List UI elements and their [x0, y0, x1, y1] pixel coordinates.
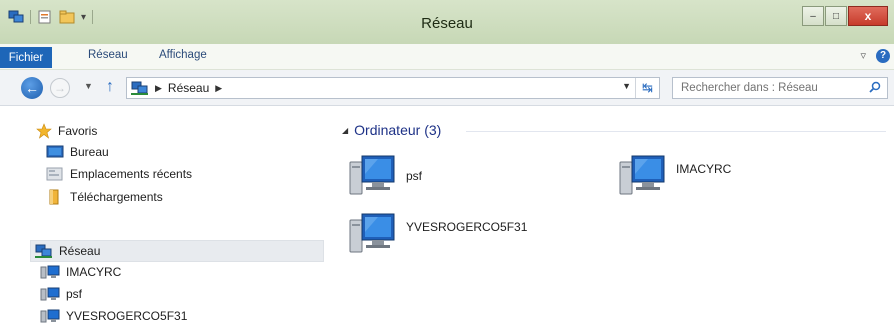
group-header-label: Ordinateur (3) — [354, 122, 442, 138]
breadcrumb-reseau[interactable]: Réseau — [168, 81, 209, 95]
navigation-pane: Favoris Bureau Emplacements récents Télé… — [0, 106, 328, 327]
computer-name: IMACYRC — [676, 162, 732, 176]
up-button[interactable]: ↑ — [106, 78, 114, 96]
network-icon — [35, 244, 52, 258]
sidebar-item-telechargements[interactable]: Téléchargements — [46, 189, 163, 205]
forward-button[interactable]: → — [50, 78, 70, 98]
sidebar-item-label: Téléchargements — [70, 190, 163, 204]
search-box[interactable]: Rechercher dans : Réseau — [672, 77, 888, 99]
computer-item-yvesrogerco5f31[interactable]: YVESROGERCO5F31 — [348, 212, 527, 256]
title-bar: ▾ Réseau – □ x — [0, 0, 894, 44]
ribbon: Fichier Réseau Affichage ▿ ? — [0, 44, 894, 70]
computer-item-psf[interactable]: psf — [348, 154, 422, 198]
arrow-right-icon: → — [54, 81, 66, 95]
sidebar-item-label: Emplacements récents — [70, 167, 193, 181]
window-title: Réseau — [421, 15, 473, 32]
computer-monitor-icon — [349, 213, 395, 253]
search-placeholder: Rechercher dans : Réseau — [681, 82, 818, 94]
sidebar-item-imacyrc[interactable]: IMACYRC — [40, 265, 121, 279]
network-icon — [131, 81, 148, 95]
search-icon[interactable] — [869, 81, 881, 93]
maximize-button[interactable]: □ — [825, 6, 847, 26]
refresh-button[interactable]: ↹ — [635, 78, 659, 98]
sidebar-item-label: Favoris — [58, 124, 98, 138]
sidebar-item-label: Réseau — [59, 244, 101, 258]
sidebar-item-psf[interactable]: psf — [40, 287, 82, 301]
computer-monitor-icon — [349, 155, 395, 195]
computer-icon — [40, 309, 60, 323]
window-controls: – □ x — [802, 6, 888, 26]
breadcrumb-separator-icon[interactable]: ▶ — [155, 83, 162, 94]
collapse-triangle-icon[interactable]: ◢ — [342, 126, 348, 135]
back-button[interactable]: ← — [21, 77, 43, 99]
group-header-ordinateur[interactable]: ◢ Ordinateur (3) — [342, 122, 441, 138]
desktop-icon — [46, 145, 64, 158]
tab-fichier[interactable]: Fichier — [0, 47, 52, 68]
computer-name: YVESROGERCO5F31 — [406, 220, 528, 234]
breadcrumb-separator-icon[interactable]: ▶ — [215, 83, 222, 94]
recent-locations-button[interactable]: ▼ — [84, 81, 93, 91]
navigation-bar: ← → ▼ ↑ ▶ Réseau ▶ ▼ ↹ Rechercher dans :… — [0, 70, 894, 106]
close-button[interactable]: x — [848, 6, 888, 26]
star-icon — [36, 123, 52, 139]
sidebar-item-bureau[interactable]: Bureau — [46, 145, 109, 159]
sidebar-item-reseau[interactable]: Réseau — [30, 240, 324, 262]
sidebar-item-label: YVESROGERCO5F31 — [66, 309, 188, 323]
recent-places-icon — [46, 167, 63, 181]
sidebar-item-favoris[interactable]: Favoris — [36, 123, 97, 139]
address-bar[interactable]: ▶ Réseau ▶ ▼ ↹ — [126, 77, 660, 99]
ribbon-controls: ▿ ? — [860, 49, 890, 63]
group-divider — [466, 131, 886, 132]
computer-monitor-icon — [619, 155, 665, 195]
sidebar-item-label: IMACYRC — [66, 265, 122, 279]
help-icon[interactable]: ? — [876, 49, 890, 63]
computer-icon — [40, 265, 60, 279]
tab-reseau[interactable]: Réseau — [88, 49, 128, 61]
computer-item-imacyrc[interactable]: IMACYRC — [618, 154, 731, 198]
downloads-folder-icon — [49, 189, 59, 205]
chevron-down-icon: ▼ — [84, 81, 93, 91]
minimize-button[interactable]: – — [802, 6, 824, 26]
sidebar-item-emplacements-recents[interactable]: Emplacements récents — [46, 167, 192, 181]
address-history-icon[interactable]: ▼ — [622, 81, 631, 91]
expand-ribbon-icon[interactable]: ▿ — [860, 49, 866, 63]
tab-affichage[interactable]: Affichage — [159, 49, 207, 61]
arrow-left-icon: ← — [25, 80, 39, 96]
arrow-up-icon: ↑ — [106, 78, 114, 95]
sidebar-item-label: Bureau — [70, 145, 109, 159]
computer-icon — [40, 287, 60, 301]
computer-name: psf — [406, 169, 423, 183]
content-pane: ◢ Ordinateur (3) psf IMACYRC YVESROGERCO… — [328, 106, 894, 327]
refresh-icon: ↹ — [642, 80, 653, 95]
sidebar-item-yvesrogerco5f31[interactable]: YVESROGERCO5F31 — [40, 309, 187, 323]
sidebar-item-label: psf — [66, 287, 83, 301]
